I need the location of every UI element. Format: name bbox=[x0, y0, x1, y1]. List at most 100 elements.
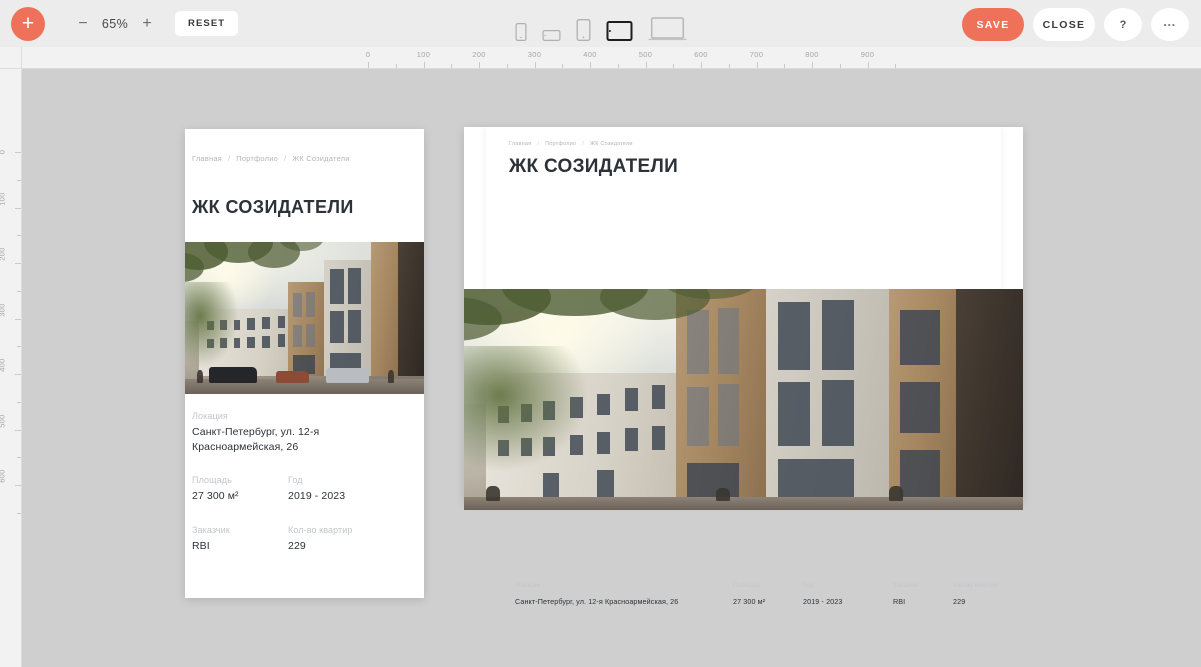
detail-apartments-label: Кол-во квартир bbox=[953, 582, 998, 589]
building-stone bbox=[765, 289, 889, 502]
detail-year: Год 2019 - 2023 bbox=[288, 475, 384, 504]
detail-location-value: Санкт-Петербург, ул. 12-я Красноармейска… bbox=[515, 597, 679, 606]
breadcrumb-section[interactable]: Портфолио bbox=[545, 141, 576, 147]
detail-area-value: 27 300 м² bbox=[192, 490, 239, 503]
close-button[interactable]: CLOSE bbox=[1033, 8, 1095, 41]
question-mark-icon: ? bbox=[1119, 18, 1127, 31]
ruler-tick-minor bbox=[839, 64, 841, 68]
detail-location-value-line2: Красноармейская, 26 bbox=[192, 441, 299, 454]
project-details: Локация Санкт-Петербург, ул. 12-я Красно… bbox=[192, 411, 414, 554]
device-switcher bbox=[515, 7, 686, 41]
detail-row-customer-apartments: Заказчик RBI Кол-во квартир 229 bbox=[192, 525, 414, 554]
breadcrumb-home[interactable]: Главная bbox=[192, 154, 222, 163]
ruler-label: 400 bbox=[0, 358, 7, 372]
pedestrian bbox=[888, 485, 903, 502]
tree-foliage-left bbox=[464, 346, 587, 471]
detail-location: Локация Санкт-Петербург, ул. 12-я Красно… bbox=[192, 411, 414, 455]
detail-location-value-line1: Санкт-Петербург, ул. 12-я bbox=[192, 426, 320, 438]
detail-apartments-value: 229 bbox=[288, 539, 306, 552]
ruler-tick-minor bbox=[728, 64, 730, 68]
device-tablet-landscape-button[interactable] bbox=[606, 20, 632, 41]
detail-customer-value: RBI bbox=[192, 539, 210, 552]
ruler-tick bbox=[15, 263, 21, 264]
mobile-preview-frame[interactable]: Главная / Портфолио / ЖК Созидатели ЖК С… bbox=[185, 129, 424, 598]
street-ground bbox=[464, 496, 1023, 510]
car-dark bbox=[208, 366, 257, 384]
phone-small-portrait-icon bbox=[515, 22, 526, 41]
ellipsis-icon: … bbox=[1162, 14, 1178, 29]
horizontal-ruler[interactable]: 0 100 200 300 400 500 600 700 800 900 bbox=[22, 47, 1201, 69]
plus-small-icon: + bbox=[142, 14, 152, 32]
detail-apartments-label: Кол-во квартир bbox=[288, 524, 353, 535]
breadcrumb-separator: / bbox=[537, 141, 540, 147]
detail-year-value: 2019 - 2023 bbox=[288, 490, 346, 503]
car-red bbox=[275, 371, 310, 384]
breadcrumb-section[interactable]: Портфолио bbox=[236, 154, 278, 163]
breadcrumb-separator: / bbox=[582, 141, 584, 147]
more-options-button[interactable]: … bbox=[1151, 8, 1189, 41]
hero-image bbox=[464, 289, 1023, 510]
detail-apartments: Кол-во квартир 229 bbox=[288, 525, 384, 554]
detail-location: Локация Санкт-Петербург, ул. 12-я Красно… bbox=[515, 582, 733, 606]
ruler-tick bbox=[15, 374, 21, 375]
ruler-tick-minor bbox=[17, 346, 21, 348]
help-button[interactable]: ? bbox=[1104, 8, 1142, 41]
detail-year-label: Год bbox=[288, 475, 303, 486]
breadcrumb-current: ЖК Созидатели bbox=[292, 154, 350, 163]
ruler-tick bbox=[15, 152, 21, 153]
ruler-tick-minor bbox=[451, 64, 453, 68]
detail-area: Площадь 27 300 м² bbox=[192, 475, 288, 504]
ruler-tick-minor bbox=[506, 64, 508, 68]
toolbar-right-group: SAVE CLOSE ? … bbox=[962, 8, 1189, 41]
save-button[interactable]: SAVE bbox=[962, 8, 1024, 41]
ruler-label: 0 bbox=[365, 50, 371, 59]
detail-location-label: Локация bbox=[515, 582, 540, 589]
ruler-tick bbox=[368, 62, 369, 68]
ruler-label: 100 bbox=[416, 50, 431, 59]
ruler-tick bbox=[15, 207, 21, 209]
page-title: ЖК СОЗИДАТЕЛИ bbox=[192, 197, 354, 217]
zoom-in-button[interactable]: + bbox=[137, 14, 157, 34]
device-laptop-button[interactable] bbox=[648, 16, 686, 41]
mobile-page: Главная / Портфолио / ЖК Созидатели ЖК С… bbox=[185, 129, 424, 598]
ruler-tick-minor bbox=[673, 64, 675, 68]
pedestrian bbox=[486, 485, 501, 502]
detail-customer-value: RBI bbox=[893, 597, 906, 606]
breadcrumb-home[interactable]: Главная bbox=[509, 141, 531, 147]
ruler-tick bbox=[15, 429, 21, 431]
ruler-tick-minor bbox=[784, 64, 786, 68]
ruler-tick bbox=[479, 62, 480, 68]
ruler-tick-minor bbox=[395, 64, 397, 68]
detail-apartments: Кол-во квартир 229 bbox=[953, 582, 1023, 606]
vertical-ruler[interactable]: 0 100 200 300 400 500 600 bbox=[0, 47, 22, 667]
detail-customer-label: Заказчик bbox=[893, 582, 920, 589]
ruler-tick-minor bbox=[17, 235, 21, 237]
preview-canvas[interactable]: Главная / Портфолио / ЖК Созидатели ЖК С… bbox=[23, 69, 1201, 667]
add-button[interactable]: + bbox=[11, 6, 45, 41]
reset-button[interactable]: RESET bbox=[175, 11, 239, 36]
device-phone-landscape-button[interactable] bbox=[542, 29, 560, 41]
phone-large-portrait-icon bbox=[576, 18, 590, 41]
ruler-tick bbox=[812, 62, 813, 68]
detail-area: Площадь 27 300 м² bbox=[733, 582, 803, 606]
device-phone-small-portrait-button[interactable] bbox=[515, 22, 526, 41]
zoom-out-button[interactable]: − bbox=[73, 14, 93, 34]
toolbar-left-group: + − 65% + RESET bbox=[0, 6, 239, 41]
ruler-tick-minor bbox=[617, 64, 619, 68]
tablet-landscape-icon bbox=[606, 20, 632, 41]
ruler-label: 500 bbox=[0, 413, 7, 428]
ruler-label: 600 bbox=[0, 469, 7, 483]
tree-foliage-left bbox=[185, 281, 238, 367]
detail-area-label: Площадь bbox=[733, 582, 761, 589]
ruler-tick bbox=[867, 62, 869, 68]
ruler-label: 700 bbox=[749, 50, 764, 59]
detail-customer-label: Заказчик bbox=[192, 524, 230, 535]
phone-landscape-icon bbox=[542, 29, 560, 41]
ruler-label: 800 bbox=[805, 50, 819, 59]
detail-area-value: 27 300 м² bbox=[733, 597, 766, 606]
ruler-tick-minor bbox=[562, 64, 564, 68]
ruler-label: 100 bbox=[0, 191, 7, 206]
detail-customer: Заказчик RBI bbox=[192, 525, 288, 554]
device-phone-large-portrait-button[interactable] bbox=[576, 18, 590, 41]
breadcrumb: Главная / Портфолио / ЖК Созидатели bbox=[192, 154, 350, 163]
